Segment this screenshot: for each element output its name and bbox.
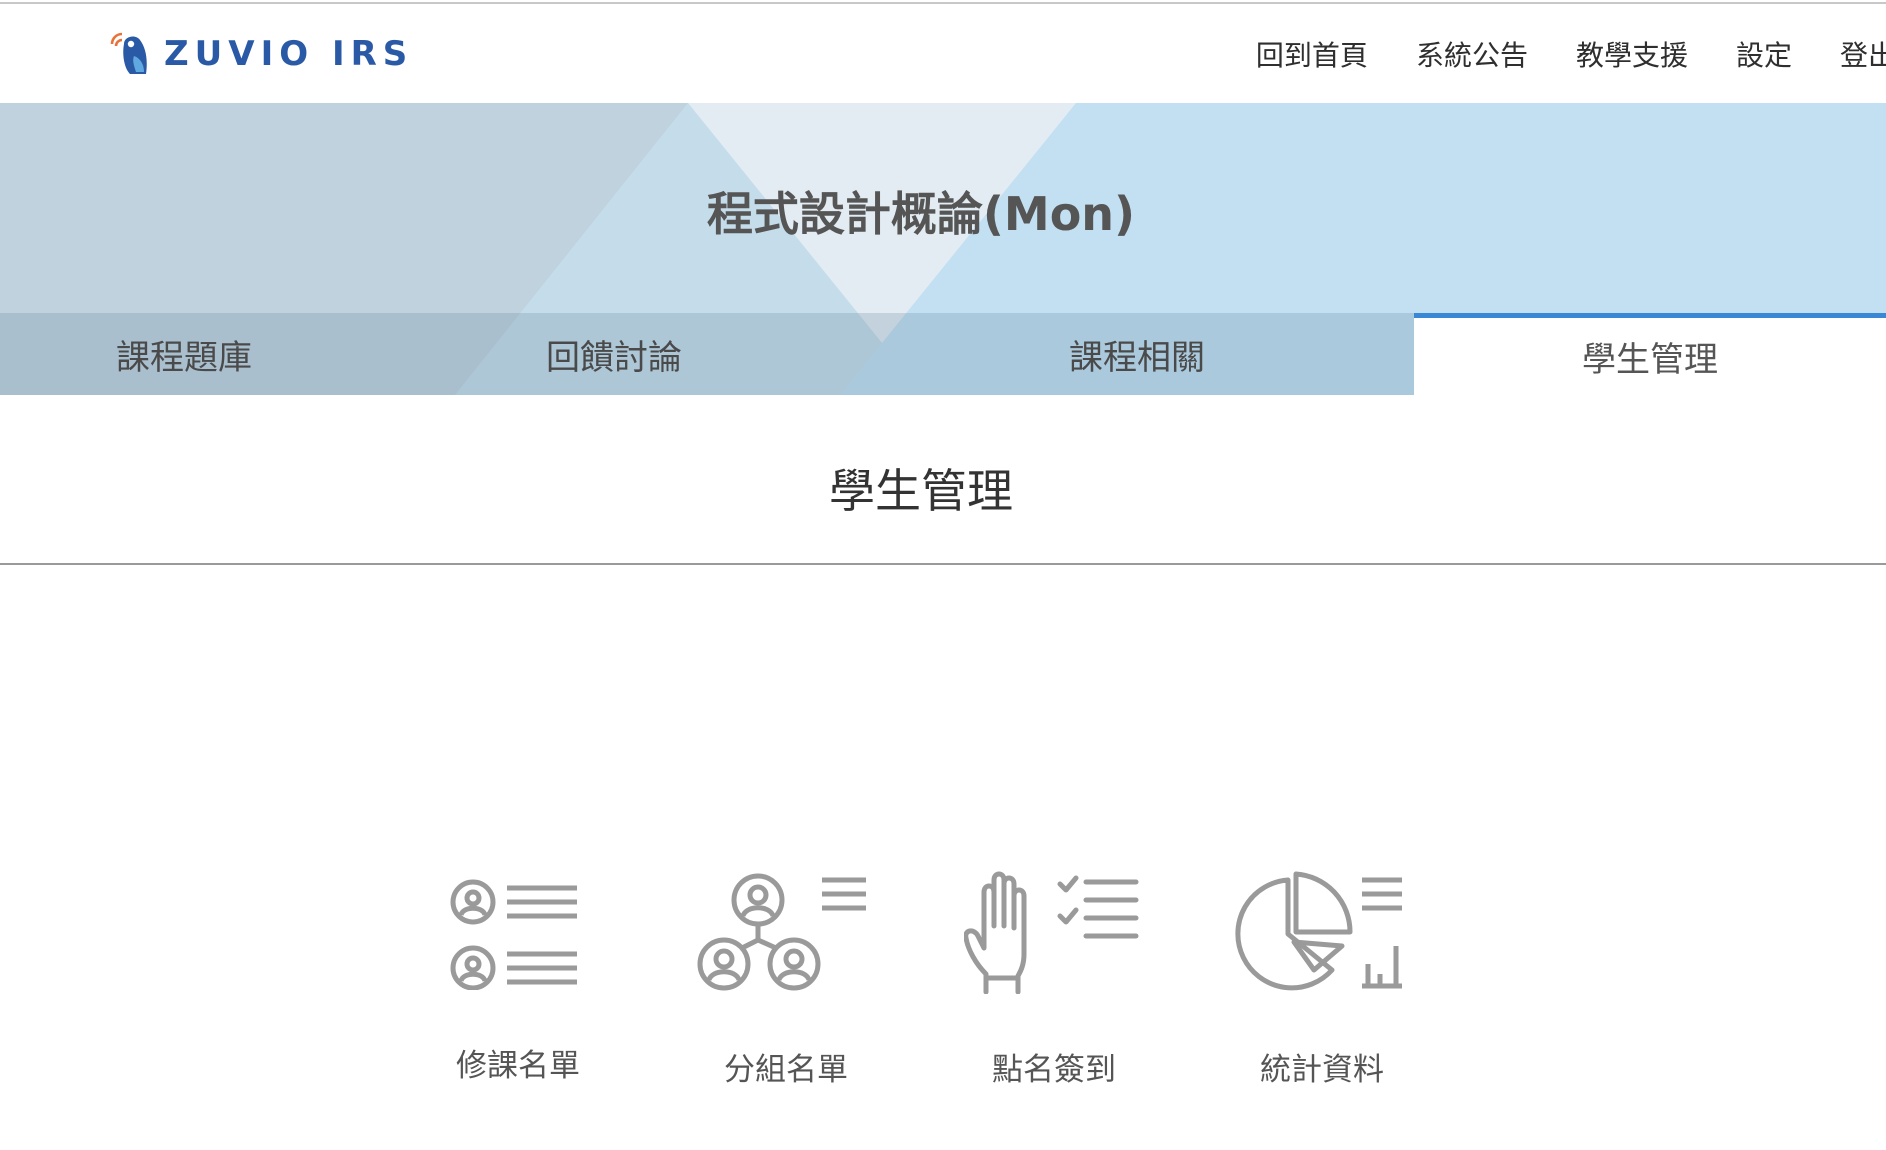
feature-label: 分組名單 <box>724 1052 848 1088</box>
bird-logo-icon <box>110 32 147 74</box>
nav-settings[interactable]: 設定 <box>1736 34 1792 74</box>
pie-chart-stats-icon <box>1235 871 1402 991</box>
feature-group-roster[interactable]: 分組名單 <box>676 870 896 1089</box>
group-list-icon <box>697 873 866 991</box>
roster-list-icon <box>450 879 577 990</box>
feature-label: 修課名單 <box>456 1048 580 1084</box>
feature-label: 統計資料 <box>1260 1052 1384 1088</box>
course-banner: 程式設計概論(Mon) 課程題庫 回饋討論 課程相關 學生管理 <box>0 103 1886 395</box>
tab-course-related[interactable]: 課程相關 <box>860 313 1414 395</box>
tab-student-management[interactable]: 學生管理 <box>1414 313 1886 395</box>
feature-label: 點名簽到 <box>992 1052 1116 1088</box>
nav-logout[interactable]: 登出 <box>1840 34 1886 74</box>
section-divider <box>0 563 1886 565</box>
nav-announcements[interactable]: 系統公告 <box>1416 34 1528 74</box>
top-nav: 回到首頁 系統公告 教學支援 設定 登出 <box>1208 34 1886 74</box>
page-title: 學生管理 <box>829 464 1013 518</box>
feature-roll-call[interactable]: 點名簽到 <box>944 870 1164 1089</box>
tab-question-bank[interactable]: 課程題庫 <box>0 313 368 395</box>
hand-checklist-icon <box>964 871 1139 994</box>
nav-home[interactable]: 回到首頁 <box>1256 34 1368 74</box>
tab-feedback[interactable]: 回饋討論 <box>368 313 860 395</box>
nav-teaching-support[interactable]: 教學支援 <box>1576 34 1688 74</box>
course-title: 程式設計概論(Mon) <box>706 187 1136 241</box>
zuvio-logo[interactable]: ZUVIO IRS <box>106 30 413 78</box>
page: ZUVIO IRS 回到首頁 系統公告 教學支援 設定 登出 程式設計概論(Mo… <box>0 0 1886 1150</box>
course-tabs: 課程題庫 回饋討論 課程相關 學生管理 <box>0 313 1886 395</box>
logo-text: ZUVIO IRS <box>164 34 414 74</box>
top-header: ZUVIO IRS 回到首頁 系統公告 教學支援 設定 登出 <box>0 4 1886 103</box>
feature-course-roster[interactable]: 修課名單 <box>408 870 628 1085</box>
feature-statistics[interactable]: 統計資料 <box>1212 870 1432 1089</box>
